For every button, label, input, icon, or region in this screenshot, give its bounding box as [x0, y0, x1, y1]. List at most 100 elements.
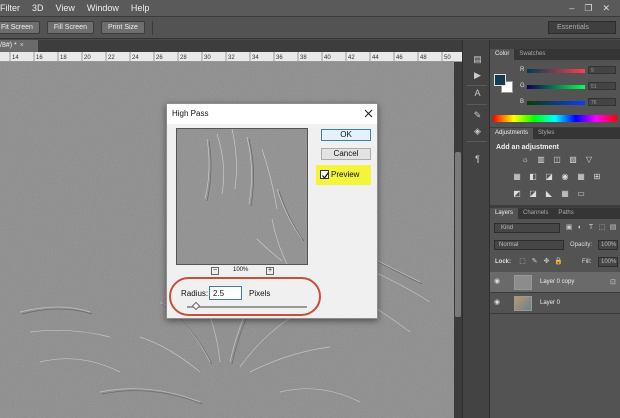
color-spectrum-bar[interactable]: [493, 115, 617, 122]
fill-label: Fill:: [582, 259, 592, 265]
fit-screen-button[interactable]: Fit Screen: [0, 21, 40, 34]
print-size-button[interactable]: Print Size: [100, 21, 145, 34]
lock-label: Lock:: [495, 259, 512, 265]
fill-field[interactable]: 100%: [598, 257, 618, 267]
vertical-scrollbar[interactable]: [454, 62, 462, 418]
paragraph-icon[interactable]: ¶: [471, 154, 484, 165]
high-pass-dialog: High Pass − 100% + OK Cancel Preview Rad…: [166, 103, 378, 319]
layer-name[interactable]: Layer 0 copy: [540, 279, 574, 285]
hue-saturation-icon[interactable]: ▦: [512, 172, 522, 181]
actions-icon[interactable]: ▶: [471, 70, 484, 81]
type-filter-icon[interactable]: T: [586, 223, 596, 233]
lock-transparency-icon[interactable]: ⬚: [518, 257, 527, 266]
tab-channels[interactable]: Channels: [518, 208, 553, 219]
threshold-icon[interactable]: ◣: [544, 189, 554, 198]
channel-g-value[interactable]: 51: [588, 82, 616, 90]
ok-button[interactable]: OK: [321, 129, 371, 141]
zoom-out-button[interactable]: −: [211, 267, 219, 275]
preview-label[interactable]: Preview: [331, 170, 359, 179]
layer-row-layer-0-copy[interactable]: ◉ Layer 0 copy ⊡: [490, 272, 620, 293]
close-window-icon[interactable]: ✕: [602, 3, 610, 14]
zoom-level: 100%: [233, 267, 249, 273]
dialog-title: High Pass: [172, 109, 209, 118]
tab-color[interactable]: Color: [490, 49, 515, 60]
ruler-label: 18: [60, 55, 67, 61]
posterize-icon[interactable]: ◪: [528, 189, 538, 198]
brush-icon[interactable]: ✎: [471, 110, 484, 121]
document-tab[interactable]: /8#) * ×: [0, 40, 38, 52]
fill-screen-button[interactable]: Fill Screen: [46, 21, 94, 34]
layer-kind-filter[interactable]: Kind: [494, 223, 560, 233]
channel-mixer-icon[interactable]: ▦: [576, 172, 586, 181]
layer-name[interactable]: Layer 0: [540, 300, 560, 306]
workspace-select[interactable]: Essentials: [548, 21, 616, 34]
tab-close-icon[interactable]: ×: [20, 42, 24, 49]
opacity-label: Opacity:: [570, 242, 593, 248]
tab-adjustments[interactable]: Adjustments: [490, 128, 534, 139]
black-white-icon[interactable]: ◪: [544, 172, 554, 181]
selective-color-icon[interactable]: ▦: [560, 189, 570, 198]
visibility-eye-icon[interactable]: ◉: [494, 278, 503, 286]
radius-slider-track[interactable]: [187, 306, 307, 308]
lock-position-icon[interactable]: ✥: [542, 257, 551, 266]
restore-icon[interactable]: ❐: [584, 3, 592, 14]
scrollbar-thumb[interactable]: [455, 152, 461, 317]
brush-preset-icon[interactable]: ◈: [471, 126, 484, 137]
brightness-icon[interactable]: ☼: [520, 155, 530, 164]
layer-thumbnail: [514, 275, 532, 290]
color-lookup-icon[interactable]: ⊞: [592, 172, 602, 181]
color-balance-icon[interactable]: ◧: [528, 172, 538, 181]
channel-b-value[interactable]: 76: [588, 98, 616, 106]
layer-row-layer-0[interactable]: ◉ Layer 0: [490, 293, 620, 314]
lock-all-icon[interactable]: 🔒: [554, 257, 563, 266]
menu-filter[interactable]: Filter: [0, 3, 26, 13]
channel-r-value[interactable]: 9: [588, 66, 616, 74]
channel-g-slider[interactable]: [527, 85, 585, 89]
radius-input[interactable]: 2.5: [209, 286, 242, 300]
tab-strip: [38, 40, 462, 52]
history-icon[interactable]: ▤: [471, 54, 484, 65]
ruler-label: 16: [36, 55, 43, 61]
smart-object-filter-icon[interactable]: ▤: [608, 223, 618, 233]
channel-r-slider[interactable]: [527, 69, 585, 73]
tab-styles[interactable]: Styles: [533, 128, 559, 139]
ruler-label: 20: [84, 55, 91, 61]
lock-pixels-icon[interactable]: ✎: [530, 257, 539, 266]
options-divider: [151, 20, 153, 35]
tab-layers[interactable]: Layers: [490, 208, 519, 219]
foreground-color-swatch[interactable]: [494, 74, 506, 86]
invert-icon[interactable]: ◩: [512, 189, 522, 198]
filter-preview[interactable]: [176, 128, 308, 265]
shape-filter-icon[interactable]: ⬚: [597, 223, 607, 233]
adjustment-filter-icon[interactable]: ◐: [575, 223, 585, 233]
menu-view[interactable]: View: [50, 3, 81, 13]
menu-help[interactable]: Help: [125, 3, 156, 13]
tab-paths[interactable]: Paths: [553, 208, 578, 219]
ruler-label: 40: [324, 55, 331, 61]
visibility-eye-icon[interactable]: ◉: [494, 299, 503, 307]
channel-b-slider[interactable]: [527, 101, 585, 105]
menu-3d[interactable]: 3D: [26, 3, 50, 13]
vibrance-icon[interactable]: ▽: [584, 155, 594, 164]
tool-divider: [467, 104, 487, 105]
character-icon[interactable]: A: [471, 88, 484, 99]
pixel-filter-icon[interactable]: ▣: [564, 223, 574, 233]
tool-divider: [467, 141, 487, 142]
minimize-icon[interactable]: –: [569, 3, 574, 13]
close-icon[interactable]: [363, 108, 374, 119]
tab-swatches[interactable]: Swatches: [514, 49, 550, 60]
gradient-map-icon[interactable]: ▭: [576, 189, 586, 198]
exposure-icon[interactable]: ▨: [568, 155, 578, 164]
ruler-label: 38: [300, 55, 307, 61]
levels-icon[interactable]: ▥: [536, 155, 546, 164]
curves-icon[interactable]: ◫: [552, 155, 562, 164]
radius-unit-label: Pixels: [249, 289, 271, 298]
photo-filter-icon[interactable]: ◉: [560, 172, 570, 181]
opacity-field[interactable]: 100%: [598, 240, 618, 250]
ruler-label: 30: [204, 55, 211, 61]
cancel-button[interactable]: Cancel: [321, 148, 371, 160]
menu-window[interactable]: Window: [81, 3, 125, 13]
zoom-in-button[interactable]: +: [266, 267, 274, 275]
preview-checkbox[interactable]: [320, 170, 329, 179]
blend-mode-select[interactable]: Normal: [494, 240, 564, 250]
